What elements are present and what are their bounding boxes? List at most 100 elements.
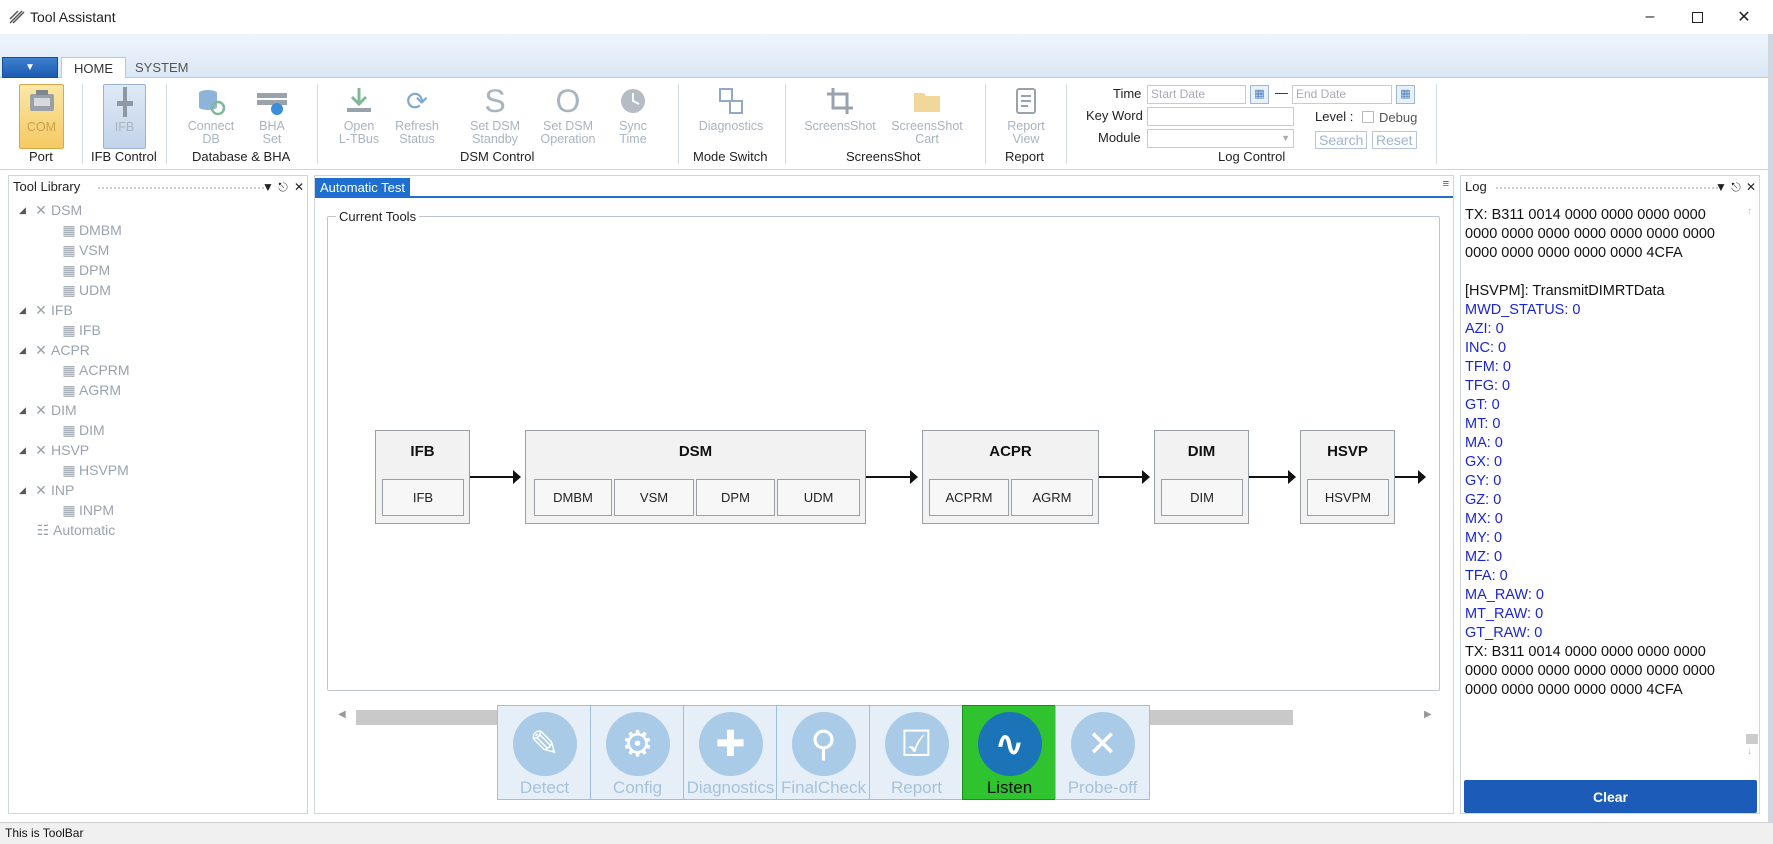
keyword-input[interactable] [1147, 107, 1294, 126]
scroll-right-icon: ▶ [1424, 709, 1432, 720]
tree-leaf-acprm[interactable]: ▦ ACPRM [59, 360, 129, 380]
tree-leaf-dim[interactable]: ▦ DIM [59, 420, 105, 440]
start-calendar-button[interactable]: ▦ [1250, 85, 1269, 104]
sync-time-button[interactable]: Sync Time [615, 84, 651, 149]
tree-node-hsvp[interactable]: ◢ ✕ HSVP [19, 440, 89, 460]
panel-menu-button[interactable]: ▼ [1714, 176, 1728, 198]
log-value-line: MA: 0 [1465, 435, 1503, 451]
tree-leaf-dpm[interactable]: ▦ DPM [59, 260, 110, 280]
tree-node-dsm[interactable]: ◢ ✕ DSM [19, 200, 82, 220]
panel-menu-button[interactable]: ▼ [261, 176, 275, 198]
module-box-dpm[interactable]: DPM [696, 479, 775, 516]
com-button[interactable]: COM [19, 84, 64, 149]
bha-set-button[interactable]: BHA Set [254, 84, 290, 149]
log-value-line: GZ: 0 [1465, 492, 1502, 508]
debug-label: Debug [1379, 110, 1418, 125]
tree-leaf-label: DIM [79, 422, 105, 438]
probe-off-icon: ✕ [1070, 712, 1135, 776]
log-text[interactable]: TX: B311 0014 0000 0000 0000 0000 0000 0… [1465, 206, 1741, 766]
log-title: Log [1465, 179, 1487, 194]
module-box-hsvpm[interactable]: HSVPM [1307, 479, 1389, 516]
panel-pin-button[interactable]: ⎋ [276, 176, 290, 198]
window-title: Tool Assistant [30, 9, 116, 25]
tree-leaf-label: HSVPM [79, 462, 129, 478]
tree-leaf-agrm[interactable]: ▦ AGRM [59, 380, 121, 400]
module-box-agrm[interactable]: AGRM [1011, 479, 1093, 516]
chevron-down-icon: ▼ [25, 62, 35, 73]
ribbon-separator [678, 84, 679, 164]
end-calendar-button[interactable]: ▦ [1396, 85, 1415, 104]
log-vertical-scrollbar[interactable]: ↑ ↓ [1745, 206, 1759, 771]
tool-box-ifb[interactable]: IFB IFB [375, 430, 470, 524]
probe-off-button[interactable]: ✕ Probe-off [1055, 705, 1150, 800]
close-button[interactable]: ✕ [1720, 0, 1768, 34]
tool-box-acpr[interactable]: ACPR ACPRM AGRM [922, 430, 1099, 524]
start-date-input[interactable]: Start Date [1147, 85, 1246, 104]
reset-button[interactable]: Reset [1372, 131, 1417, 149]
panel-close-button[interactable]: ✕ [292, 176, 306, 198]
tab-system[interactable]: SYSTEM [123, 57, 200, 79]
app-menu-button[interactable]: ▼ [2, 57, 58, 78]
module-box-udm[interactable]: UDM [777, 479, 860, 516]
panel-pin-button[interactable]: ⎋ [1729, 176, 1743, 198]
refresh-status-button[interactable]: ⟳ Refresh Status [393, 84, 441, 149]
module-box-dim[interactable]: DIM [1161, 479, 1243, 516]
screenshot-button[interactable]: ScreensShot [803, 84, 877, 149]
tool-box-hsvp[interactable]: HSVP HSVPM [1300, 430, 1395, 524]
tree-leaf-udm[interactable]: ▦ UDM [59, 280, 111, 300]
module-box-dmbm[interactable]: DMBM [534, 479, 612, 516]
tree-node-inp[interactable]: ◢ ✕ INP [19, 480, 74, 500]
tree-leaf-vsm[interactable]: ▦ VSM [59, 240, 109, 260]
tree-node-dim[interactable]: ◢ ✕ DIM [19, 400, 77, 420]
tree-expand-icon: ◢ [19, 485, 26, 495]
search-button[interactable]: Search [1315, 131, 1368, 149]
tree-node-acpr[interactable]: ◢ ✕ ACPR [19, 340, 90, 360]
module-select[interactable]: ▼ [1147, 129, 1294, 148]
report-button[interactable]: ☑ Report [869, 705, 964, 800]
screenshot-cart-button[interactable]: ScreensShot Cart [889, 84, 965, 149]
status-bar: This is ToolBar [0, 822, 1773, 844]
listen-label: Listen [986, 778, 1033, 797]
set-dsm-standby-button[interactable]: S Set DSM Standby [465, 84, 525, 149]
module-box-acprm[interactable]: ACPRM [929, 479, 1009, 516]
config-button[interactable]: ⚙ Config [590, 705, 685, 800]
ifb-button[interactable]: IFB [103, 84, 146, 149]
open-ltbus-button[interactable]: Open L-TBus [337, 84, 381, 149]
clear-log-button[interactable]: Clear [1464, 780, 1757, 813]
triangle-down-icon: ▼ [262, 180, 274, 194]
panel-close-button[interactable]: ✕ [1744, 176, 1758, 198]
tool-box-dsm[interactable]: DSM DMBM VSM DPM UDM [525, 430, 866, 524]
tree-leaf-hsvpm[interactable]: ▦ HSVPM [59, 460, 129, 480]
detect-button[interactable]: ✎ Detect [497, 705, 592, 800]
tree-leaf-inpm[interactable]: ▦ INPM [59, 500, 114, 520]
diagnostics-button[interactable]: ✚ Diagnostics [683, 705, 778, 800]
minimize-button[interactable]: – [1626, 0, 1674, 34]
tree-leaf-dmbm[interactable]: ▦ DMBM [59, 220, 121, 240]
end-date-input[interactable]: End Date [1292, 85, 1392, 104]
set-dsm-operation-button[interactable]: O Set DSM Operation [537, 84, 599, 149]
flow-arrow [1395, 470, 1426, 484]
diagnostics-mode-button[interactable]: Diagnostics [696, 84, 766, 149]
connect-db-button[interactable]: Connect DB [185, 84, 237, 149]
report-view-button[interactable]: Report View [1004, 84, 1048, 149]
listen-button[interactable]: ∿ Listen [962, 705, 1057, 800]
group-database-bha: Database & BHA [192, 149, 291, 164]
tab-automatic-test[interactable]: Automatic Test [315, 178, 411, 197]
tab-home[interactable]: HOME [61, 57, 126, 79]
tool-box-dim[interactable]: DIM DIM [1154, 430, 1249, 524]
tab-menu-button[interactable]: ≡ [1443, 178, 1449, 190]
module-box-ifb[interactable]: IFB [382, 479, 464, 516]
tools-icon: ✕ [35, 202, 47, 218]
finalcheck-button[interactable]: ⚲ FinalCheck [776, 705, 871, 800]
maximize-button[interactable] [1673, 0, 1721, 34]
group-port: Port [29, 149, 53, 164]
debug-checkbox[interactable] [1362, 111, 1374, 123]
scrollbar-thumb[interactable] [1746, 734, 1758, 744]
tree-node-automatic[interactable]: ☷ Automatic [33, 520, 116, 540]
module-box-vsm[interactable]: VSM [614, 479, 694, 516]
grid-icon: ▦ [62, 422, 76, 438]
tools-icon: ✕ [35, 342, 47, 358]
tree-node-label: ACPR [51, 342, 90, 358]
tree-node-ifb[interactable]: ◢ ✕ IFB [19, 300, 73, 320]
tree-leaf-ifb[interactable]: ▦ IFB [59, 320, 100, 340]
